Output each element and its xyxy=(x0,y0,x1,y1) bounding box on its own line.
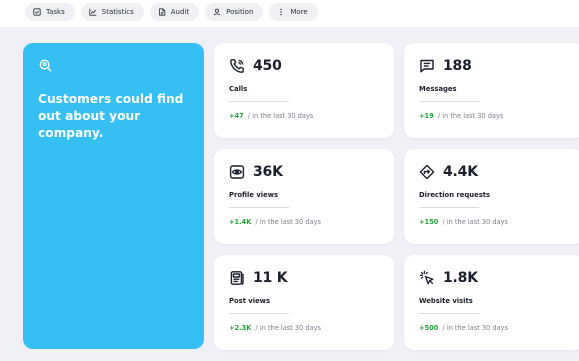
search-location-icon xyxy=(39,59,52,72)
stat-card-calls: 450 Calls +47 / in the last 30 days xyxy=(214,43,394,138)
hero-text: Customers could find out about your comp… xyxy=(38,92,184,140)
card-divider xyxy=(229,207,289,208)
tab-statistics[interactable]: Statistics xyxy=(80,3,144,21)
top-bar: Tasks Statistics Audit Position More xyxy=(0,0,579,27)
card-divider xyxy=(229,313,289,314)
website-visits-label: Website visits xyxy=(419,297,473,305)
document-icon xyxy=(158,8,165,16)
post-views-label: Post views xyxy=(229,297,271,305)
tab-audit-label: Audit xyxy=(170,8,190,16)
card-divider xyxy=(419,207,479,208)
tab-more-label: More xyxy=(290,8,308,16)
card-divider xyxy=(419,313,479,314)
website-visits-footer: +500 / in the last 30 days xyxy=(419,324,508,332)
tab-position[interactable]: Position xyxy=(205,3,264,21)
direction-requests-label: Direction requests xyxy=(419,191,491,199)
messages-footer: +19 / in the last 30 days xyxy=(419,112,503,120)
direction-requests-footer: +150 / in the last 30 days xyxy=(419,218,508,226)
direction-requests-change: +150 xyxy=(419,218,439,226)
location-user-icon xyxy=(213,8,221,16)
direction-icon xyxy=(419,164,435,180)
stat-card-direction-requests: 4.4K Direction requests +150 / in the la… xyxy=(404,149,579,244)
direction-requests-period: / in the last 30 days xyxy=(442,218,508,226)
calls-label: Calls xyxy=(229,85,248,93)
messages-change: +19 xyxy=(419,112,434,120)
card-divider xyxy=(419,101,479,102)
tab-tasks[interactable]: Tasks xyxy=(25,3,75,21)
profile-views-footer: +1.4K / in the last 30 days xyxy=(229,218,321,226)
direction-requests-value: 4.4K xyxy=(443,164,478,180)
profile-views-label: Profile views xyxy=(229,191,279,199)
tab-statistics-label: Statistics xyxy=(101,8,134,16)
message-icon xyxy=(420,59,434,73)
tab-position-label: Position xyxy=(226,8,254,16)
profile-views-value: 36K xyxy=(253,164,283,180)
website-visits-value: 1.8K xyxy=(443,270,478,286)
post-views-value: 11 K xyxy=(253,270,288,286)
messages-label: Messages xyxy=(419,85,457,93)
profile-views-period: / in the last 30 days xyxy=(255,218,321,226)
calls-footer: +47 / in the last 30 days xyxy=(229,112,313,120)
post-views-footer: +2.3K / in the last 30 days xyxy=(229,324,321,332)
messages-period: / in the last 30 days xyxy=(437,112,504,120)
tab-more[interactable]: More xyxy=(269,3,318,21)
tab-audit[interactable]: Audit xyxy=(149,3,200,21)
eye-icon xyxy=(229,165,245,179)
stat-card-profile-views: 36K Profile views +1.4K / in the last 30… xyxy=(214,149,394,244)
nav-tabs: Tasks Statistics Audit Position More xyxy=(25,3,318,21)
card-divider xyxy=(229,101,289,102)
calls-change: +47 xyxy=(229,112,244,120)
stat-card-messages: 188 Messages +19 / in the last 30 days xyxy=(404,43,579,138)
tab-tasks-label: Tasks xyxy=(46,8,65,16)
stat-card-website-visits: 1.8K Website visits +500 / in the last 3… xyxy=(404,255,579,350)
website-visits-change: +500 xyxy=(419,324,439,332)
stat-card-post-views: 11 K Post views +2.3K / in the last 30 d… xyxy=(214,255,394,350)
post-views-period: / in the last 30 days xyxy=(255,324,321,332)
website-visits-period: / in the last 30 days xyxy=(442,324,508,332)
cursor-click-icon xyxy=(419,270,434,285)
profile-views-change: +1.4K xyxy=(229,218,252,226)
chart-icon xyxy=(89,8,96,16)
post-views-change: +2.3K xyxy=(229,324,252,332)
calls-value: 450 xyxy=(253,58,282,74)
checkbox-icon xyxy=(33,8,41,16)
more-vertical-icon xyxy=(280,8,283,16)
hero-card: Customers could find out about your comp… xyxy=(23,43,204,349)
phone-icon xyxy=(230,59,244,73)
messages-value: 188 xyxy=(443,58,472,74)
calls-period: / in the last 30 days xyxy=(247,112,314,120)
post-icon xyxy=(230,271,244,285)
